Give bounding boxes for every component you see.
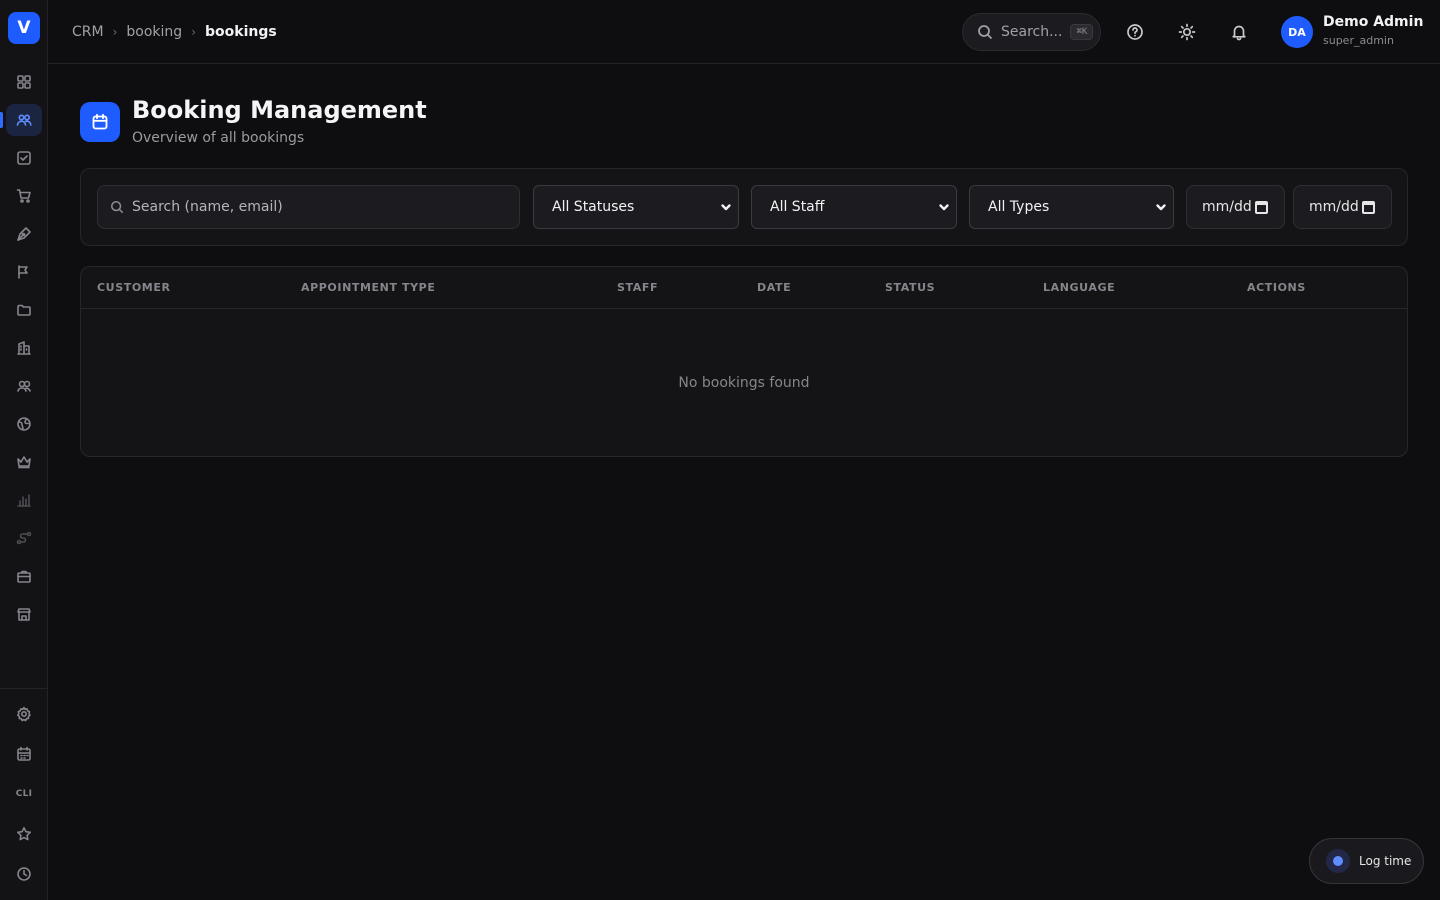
star-icon: [17, 827, 31, 841]
briefcase-icon: [17, 570, 31, 583]
top-header: CRM › booking › bookings Search... ⌘K DA…: [48, 0, 1440, 64]
pen-tool-icon: [17, 227, 31, 241]
breadcrumb-current: bookings: [205, 24, 277, 40]
sidebar-item-companies[interactable]: [0, 332, 48, 364]
crown-icon: [17, 456, 31, 469]
status-filter-value: All Statuses: [552, 199, 635, 215]
date-from-input[interactable]: mm/dd: [1186, 185, 1285, 229]
store-icon: [17, 608, 31, 621]
sidebar-item-vip[interactable]: [0, 446, 48, 478]
sun-icon: [1178, 23, 1196, 41]
column-status[interactable]: STATUS: [885, 281, 935, 294]
empty-state-message: No bookings found: [678, 375, 810, 391]
user-role: super_admin: [1323, 34, 1394, 47]
type-filter-select[interactable]: All Types: [969, 185, 1174, 229]
search-icon: [978, 25, 993, 40]
sidebar-item-settings[interactable]: [0, 698, 48, 730]
users-icon: [16, 114, 32, 126]
check-square-icon: [17, 151, 31, 165]
chevron-right-icon: ›: [191, 25, 196, 39]
breadcrumb: CRM › booking › bookings: [72, 0, 277, 64]
page-title: Booking Management: [132, 96, 427, 124]
sidebar-item-web[interactable]: [0, 408, 48, 440]
column-customer[interactable]: CUSTOMER: [97, 281, 171, 294]
log-time-button[interactable]: Log time: [1309, 838, 1424, 884]
chevron-down-icon: [938, 201, 950, 213]
date-to-input[interactable]: mm/dd: [1293, 185, 1392, 229]
bell-icon: [1232, 25, 1246, 41]
global-search-button[interactable]: Search... ⌘K: [962, 13, 1101, 51]
chevron-down-icon: [1155, 201, 1167, 213]
folder-icon: [17, 304, 31, 316]
sidebar-item-reports[interactable]: [0, 484, 48, 516]
sidebar-item-favorites[interactable]: [0, 818, 48, 850]
theme-toggle-button[interactable]: [1175, 20, 1199, 44]
app-logo[interactable]: V: [8, 12, 40, 44]
staff-filter-select[interactable]: All Staff: [751, 185, 957, 229]
sidebar-divider: [0, 688, 48, 689]
chevron-right-icon: ›: [112, 25, 118, 39]
shopping-cart-icon: [16, 189, 31, 203]
log-time-label: Log time: [1359, 854, 1412, 868]
building-icon: [17, 341, 31, 355]
sidebar-item-jobs[interactable]: [0, 560, 48, 592]
sidebar-item-design[interactable]: [0, 218, 48, 250]
dashboard-grid-icon: [17, 75, 31, 89]
search-shortcut-badge: ⌘K: [1070, 24, 1094, 40]
breadcrumb-crm[interactable]: CRM: [72, 24, 104, 40]
column-language[interactable]: LANGUAGE: [1043, 281, 1115, 294]
filter-panel: All Statuses All Staff All Types mm/dd m…: [80, 168, 1408, 246]
calendar-picker-icon[interactable]: [1255, 201, 1268, 214]
user-name[interactable]: Demo Admin: [1323, 14, 1423, 30]
page-calendar-badge: [80, 102, 120, 142]
contacts-icon: [17, 380, 31, 392]
column-staff[interactable]: STAFF: [617, 281, 658, 294]
flag-icon: [18, 265, 28, 279]
calendar-icon: [92, 113, 108, 130]
bookings-table: CUSTOMER APPOINTMENT TYPE STAFF DATE STA…: [80, 266, 1408, 457]
column-actions: ACTIONS: [1247, 281, 1306, 294]
help-circle-icon: [1127, 24, 1143, 40]
page-subtitle: Overview of all bookings: [132, 130, 305, 146]
globe-icon: [17, 417, 31, 431]
help-button[interactable]: [1123, 20, 1147, 44]
sidebar-item-campaigns[interactable]: [0, 256, 48, 288]
breadcrumb-booking[interactable]: booking: [126, 24, 182, 40]
sidebar-item-tasks[interactable]: [0, 142, 48, 174]
booking-search-field[interactable]: [97, 185, 520, 229]
timer-dot-icon: [1326, 849, 1350, 873]
calendar-picker-icon[interactable]: [1362, 201, 1375, 214]
search-icon: [110, 200, 124, 214]
sidebar: V CLI: [0, 0, 48, 900]
sidebar-item-cli[interactable]: CLI: [0, 778, 48, 810]
status-filter-select[interactable]: All Statuses: [533, 185, 739, 229]
table-header: CUSTOMER APPOINTMENT TYPE STAFF DATE STA…: [81, 267, 1407, 309]
sidebar-item-shop[interactable]: [0, 180, 48, 212]
cli-label: CLI: [15, 789, 33, 799]
sidebar-item-calendar[interactable]: [0, 738, 48, 770]
date-from-placeholder: mm/dd: [1202, 199, 1252, 215]
sidebar-item-files[interactable]: [0, 294, 48, 326]
staff-filter-value: All Staff: [770, 199, 825, 215]
sidebar-item-contacts[interactable]: [0, 370, 48, 402]
sidebar-item-crm[interactable]: [0, 104, 48, 136]
sidebar-item-history[interactable]: [0, 858, 48, 890]
booking-search-input[interactable]: [132, 199, 512, 215]
column-appointment-type[interactable]: APPOINTMENT TYPE: [301, 281, 435, 294]
clock-icon: [17, 867, 31, 881]
type-filter-value: All Types: [988, 199, 1050, 215]
sidebar-item-dashboard[interactable]: [0, 66, 48, 98]
user-avatar[interactable]: DA: [1281, 16, 1313, 48]
sidebar-item-routes[interactable]: [0, 522, 48, 554]
chevron-down-icon: [720, 201, 732, 213]
settings-gear-icon: [17, 706, 31, 722]
notifications-button[interactable]: [1227, 20, 1251, 44]
column-date[interactable]: DATE: [757, 281, 791, 294]
calendar-grid-icon: [17, 746, 31, 761]
date-to-placeholder: mm/dd: [1309, 199, 1359, 215]
global-search-label: Search...: [1001, 24, 1063, 40]
route-icon: [16, 531, 32, 545]
sidebar-item-store[interactable]: [0, 598, 48, 630]
bar-chart-icon: [17, 494, 31, 507]
